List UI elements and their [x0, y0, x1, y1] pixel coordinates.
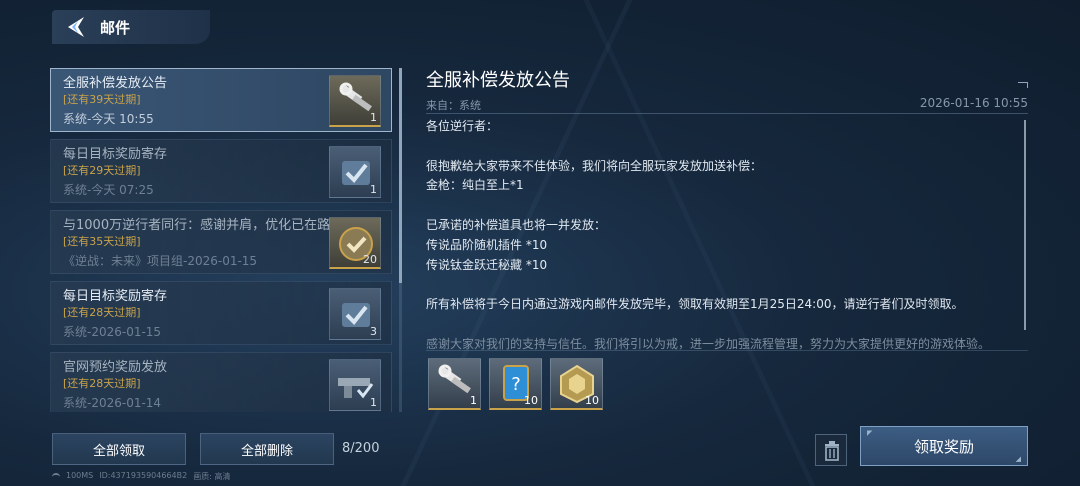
mail-item[interactable]: 每日目标奖励寄存 [还有28天过期] 系统-2026-01-15 3 — [50, 281, 392, 345]
body-line — [426, 137, 1006, 157]
body-line: 金枪：纯白至上*1 — [426, 178, 524, 193]
item-count: 10 — [585, 394, 599, 407]
delete-button[interactable] — [815, 434, 847, 466]
page-title: 邮件 — [100, 18, 131, 37]
mail-list-scrollbar[interactable] — [399, 68, 402, 412]
mail-title: 全服补偿发放公告 — [63, 76, 168, 91]
mail-thumbnail: 1 — [329, 359, 381, 411]
svg-text:?: ? — [511, 374, 521, 395]
mail-item[interactable]: 全服补偿发放公告 [还有39天过期] 系统-今天 10:55 1 — [50, 68, 392, 132]
item-count: 1 — [370, 396, 377, 409]
item-count: 3 — [370, 325, 377, 338]
attachment-item[interactable]: 1 — [428, 358, 481, 410]
mail-list[interactable]: 全服补偿发放公告 [还有39天过期] 系统-今天 10:55 1 每日目标奖励寄… — [50, 68, 392, 412]
mail-item[interactable]: 官网预约奖励发放 [还有28天过期] 系统-2026-01-14 1 — [50, 352, 392, 412]
attachment-divider — [426, 350, 1028, 351]
mail-thumbnail: 3 — [329, 288, 381, 340]
claim-reward-button[interactable]: ◤ ◢ 领取奖励 — [860, 426, 1028, 466]
header-bar: 邮件 — [52, 10, 210, 44]
mail-title: 与1000万逆行者同行：感谢并肩，优化已在路上 — [63, 218, 333, 233]
attachment-list: 1 ? 10 10 — [428, 358, 603, 410]
claim-all-button[interactable]: 全部领取 — [52, 433, 186, 465]
mail-item[interactable]: 每日目标奖励寄存 [还有29天过期] 系统-今天 07:25 1 — [50, 139, 392, 203]
claim-reward-label: 领取奖励 — [913, 437, 974, 456]
quality-text: 画质: 高清 — [193, 472, 231, 481]
body-line: 传说品阶随机插件 *10 — [426, 237, 548, 252]
mail-thumbnail: 1 — [329, 75, 381, 127]
mail-item[interactable]: 与1000万逆行者同行：感谢并肩，优化已在路上 [还有35天过期] 《逆战：未来… — [50, 210, 392, 274]
mail-title: 每日目标奖励寄存 — [63, 147, 168, 162]
mail-count: 8/200 — [342, 441, 380, 456]
detail-divider — [426, 113, 1028, 114]
mail-thumbnail: 20 — [329, 217, 381, 269]
corner-decoration: ◢ — [1015, 455, 1021, 463]
ping-text: 100MS — [66, 471, 94, 480]
back-arrow-icon[interactable] — [64, 15, 88, 39]
trash-icon — [825, 441, 839, 461]
item-count: 1 — [370, 183, 377, 196]
mail-title: 官网预约奖励发放 — [63, 360, 168, 375]
body-line: 传说钛金跃迁秘藏 *10 — [426, 257, 548, 272]
detail-title: 全服补偿发放公告 — [426, 70, 570, 91]
body-line — [426, 196, 1006, 216]
corner-decoration: ◤ — [867, 429, 873, 437]
body-line — [426, 275, 1006, 295]
attachment-item[interactable]: 10 — [550, 358, 603, 410]
body-line: 很抱歉给大家带来不佳体验，我们将向全服玩家发放加送补偿： — [426, 158, 763, 173]
corner-decoration — [1018, 82, 1028, 88]
detail-scrollbar[interactable] — [1024, 120, 1026, 330]
delete-all-button[interactable]: 全部删除 — [200, 433, 334, 465]
body-line: 所有补偿将于今日内通过游戏内邮件发放完毕，领取有效期至1月25日24:00，请逆… — [426, 297, 964, 312]
mail-title: 每日目标奖励寄存 — [63, 289, 168, 304]
scrollbar-thumb[interactable] — [399, 68, 402, 283]
detail-sender: 来自：系统 — [426, 99, 481, 112]
body-line — [426, 315, 1006, 335]
item-count: 10 — [524, 394, 538, 407]
mail-body: 各位逆行者： 很抱歉给大家带来不佳体验，我们将向全服玩家发放加送补偿： 金枪：纯… — [426, 117, 1006, 355]
item-count: 20 — [363, 253, 377, 266]
wifi-icon — [52, 473, 60, 479]
item-count: 1 — [470, 394, 477, 407]
body-line: 感谢大家对我们的支持与信任。我们将引以为戒，进一步加强流程管理，努力为大家提供更… — [426, 336, 991, 351]
body-line: 已承诺的补偿道具也将一并发放： — [426, 217, 607, 232]
item-count: 1 — [370, 111, 377, 124]
body-line: 各位逆行者： — [426, 119, 499, 133]
detail-time: 2026-01-16 10:55 — [919, 96, 1028, 110]
player-id: ID:4371935904664B2 — [99, 471, 188, 480]
status-bar: 100MS ID:4371935904664B2 画质: 高清 — [52, 471, 230, 482]
attachment-item[interactable]: ? 10 — [489, 358, 542, 410]
mail-thumbnail: 1 — [329, 146, 381, 198]
